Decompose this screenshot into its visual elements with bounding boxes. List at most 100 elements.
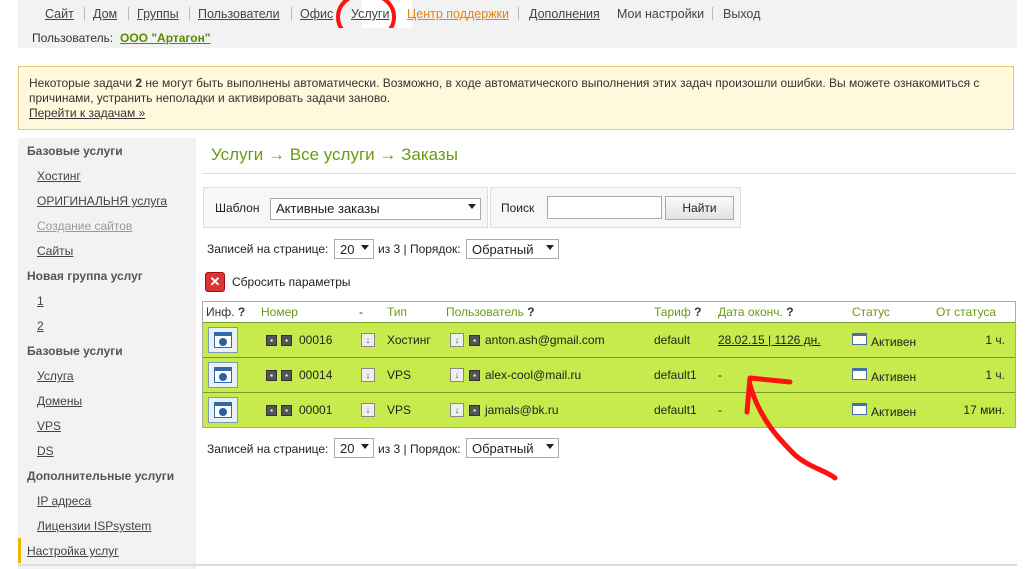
nav-addons[interactable]: Дополнения [529,7,600,21]
window-info-icon[interactable] [208,397,238,423]
nav-office[interactable]: Офис [300,7,333,21]
order-end-date: - [718,403,722,417]
sidebar-label: DS [37,444,54,458]
nav-site[interactable]: Сайт [45,7,74,21]
search-input[interactable] [547,196,662,219]
divider [202,173,1017,174]
find-button[interactable]: Найти [665,196,734,220]
user-link[interactable]: ООО "Артагон" [120,31,211,45]
order-end-date[interactable]: 28.02.15 | 1126 дн. [718,333,821,347]
order-status: Активен [871,335,917,349]
order-user: jamals@bk.ru [485,403,559,417]
orders-table: Инф. ? Номер - Тип Пользователь ? Тариф … [202,301,1016,428]
nav-separator [128,7,129,20]
template-select[interactable]: Активные заказы [270,198,481,220]
down-arrow-icon[interactable]: ↓ [361,368,375,382]
header-dash[interactable]: - [359,305,363,319]
flag-icon[interactable]: ▪ [281,370,292,381]
order-type: Хостинг [387,333,431,347]
flag-icon[interactable]: ▪ [266,405,277,416]
user-line: Пользователь: ООО "Артагон" [18,28,1017,48]
table-row[interactable]: ▪ ▪ 00016 ↓ Хостинг ↓ ▪ anton.ash@gmail.com defa… [203,322,1015,357]
table-row[interactable]: ▪ ▪ 00001 ↓ VPS ↓ ▪ jamals@bk.ru default1 - Активе… [203,392,1015,427]
per-page-value: 20 [340,441,355,456]
go-to-tasks-link[interactable]: Перейти к задачам » [29,106,145,120]
sidebar-group-heading: Новая группа услуг [18,263,196,288]
flag-icon[interactable]: ▪ [281,405,292,416]
flag-icon[interactable]: ▪ [281,335,292,346]
footer-divider [18,564,1017,566]
nav-separator [712,7,713,20]
down-arrow-icon[interactable]: ↓ [450,403,464,417]
reset-filters-link[interactable]: Сбросить параметры [232,275,351,289]
header-number[interactable]: Номер [261,305,298,319]
order-since-status: 1 ч. [985,368,1005,382]
nav-users[interactable]: Пользователи [198,7,280,21]
sidebar-item[interactable]: Сайты [18,238,196,263]
nav-logout[interactable]: Выход [723,7,760,21]
reset-x-icon[interactable]: ✕ [205,272,225,292]
sidebar-label: Базовые услуги [27,144,123,158]
order-select[interactable]: Обратный [466,239,559,259]
order-user: alex-cool@mail.ru [485,368,582,382]
order-status: Активен [871,370,917,384]
window-info-icon[interactable] [208,362,238,388]
down-arrow-icon[interactable]: ↓ [450,368,464,382]
sidebar-item[interactable]: Настройка услуг [18,538,199,563]
sidebar-item[interactable]: Создание сайтов [18,213,196,238]
down-arrow-icon[interactable]: ↓ [450,333,464,347]
nav-groups[interactable]: Группы [137,7,179,21]
header-user[interactable]: Пользователь ? [446,305,535,319]
search-label: Поиск [501,201,535,215]
sidebar-label: Настройка услуг [27,544,119,558]
chevron-down-icon [361,444,369,449]
sidebar-label: ОРИГИНАЛЬНЯ услуга [37,194,168,208]
sidebar-label: Дополнительные услуги [27,469,175,483]
sidebar-item[interactable]: 1 [18,288,196,313]
sidebar-item[interactable]: 2 [18,313,196,338]
flag-icon[interactable]: ▪ [469,335,480,346]
annotation-red-arrow [744,375,838,481]
order-select-bottom[interactable]: Обратный [466,438,559,458]
header-end-date[interactable]: Дата оконч. ? [718,305,794,319]
sidebar-label: IP адреса [37,494,92,508]
sidebar-item[interactable]: IP адреса [18,488,196,513]
per-page-label: Записей на странице: [207,242,329,256]
sidebar-group-heading: Дополнительные услуги [18,463,196,488]
order-since-status: 1 ч. [985,333,1005,347]
sidebar-item[interactable]: Услуга [18,363,196,388]
sidebar-item[interactable]: ОРИГИНАЛЬНЯ услуга [18,188,196,213]
sidebar-item[interactable]: Лицензии ISPsystem [18,513,196,538]
header-info[interactable]: Инф. ? [206,305,245,319]
sidebar-item[interactable]: Домены [18,388,196,413]
sidebar-label: Базовые услуги [27,344,123,358]
order-end-date: - [718,368,722,382]
per-page-select[interactable]: 20 [334,239,374,259]
down-arrow-icon[interactable]: ↓ [361,333,375,347]
flag-icon[interactable]: ▪ [469,370,480,381]
nav-home[interactable]: Дом [93,7,117,21]
sidebar-item[interactable]: VPS [18,413,196,438]
header-tariff[interactable]: Тариф ? [654,305,701,319]
header-type[interactable]: Тип [387,305,407,319]
per-page-select-bottom[interactable]: 20 [334,438,374,458]
down-arrow-icon[interactable]: ↓ [361,403,375,417]
header-status[interactable]: Статус [852,305,890,319]
sidebar-label: Хостинг [37,169,81,183]
flag-icon[interactable]: ▪ [266,335,277,346]
nav-support-center[interactable]: Центр поддержки [407,7,509,21]
sidebar-item[interactable]: DS [18,438,196,463]
header-since-status[interactable]: От статуса [936,305,996,319]
window-info-icon[interactable] [208,327,238,353]
sidebar-item[interactable]: Хостинг [18,163,196,188]
pages-order-label-bottom: из 3 | Порядок: [378,442,461,456]
sidebar-group-heading: Базовые услуги [18,338,196,363]
order-status: Активен [871,405,917,419]
flag-icon[interactable]: ▪ [266,370,277,381]
flag-icon[interactable]: ▪ [469,405,480,416]
nav-my-settings[interactable]: Мои настройки [617,7,704,21]
table-row[interactable]: ▪ ▪ 00014 ↓ VPS ↓ ▪ alex-cool@mail.ru default1 - А… [203,357,1015,392]
order-since-status: 17 мин. [963,403,1005,417]
page-title: Услуги → Все услуги → Заказы [211,145,458,164]
sidebar-label: Лицензии ISPsystem [37,519,152,533]
